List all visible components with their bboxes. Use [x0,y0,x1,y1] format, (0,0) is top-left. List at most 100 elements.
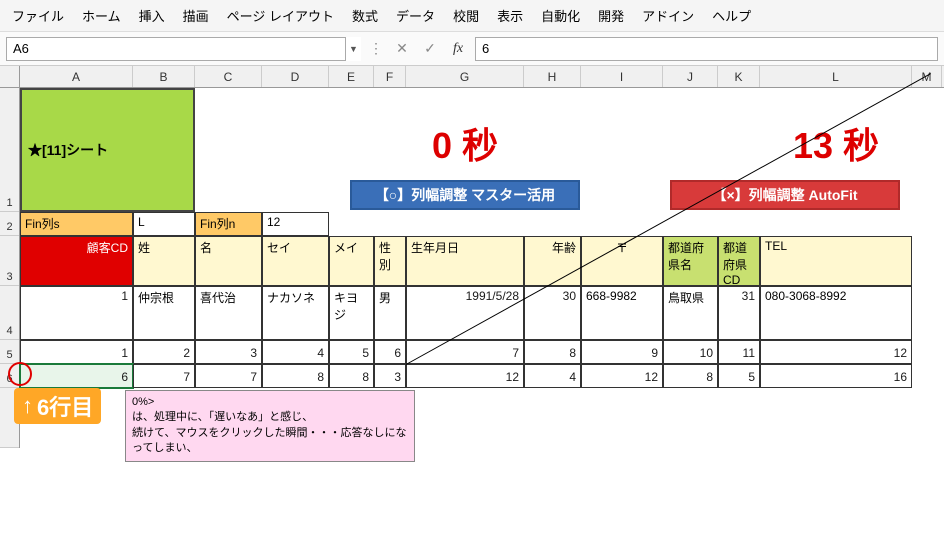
label-zero-sec: 0 秒 [406,108,524,178]
note-line1: 0%> [132,395,408,410]
cell-C5[interactable]: 3 [195,340,262,364]
cell-I5[interactable]: 9 [581,340,663,364]
cell-L5[interactable]: 12 [760,340,912,364]
cell-H6[interactable]: 4 [524,364,581,388]
cell-D5[interactable]: 4 [262,340,329,364]
cell-A2[interactable]: Fin列s [20,212,133,236]
cell-hdr-seik[interactable]: セイ [262,236,329,286]
cell-B2[interactable]: L [133,212,195,236]
row-3[interactable]: 3 [0,236,19,286]
cell-F6[interactable]: 3 [374,364,406,388]
arrow-up-icon: ↑ [22,393,33,419]
cell-C2[interactable]: Fin列n [195,212,262,236]
cell-hdr-sei[interactable]: 姓 [133,236,195,286]
cell-A4[interactable]: 1 [20,286,133,340]
cell-A1-title[interactable]: ★[11]シート [20,88,195,212]
button-colwidth-autofit[interactable]: 【×】列幅調整 AutoFit [670,180,900,210]
cells-area[interactable]: ★[11]シート 0 秒 13 秒 【○】列幅調整 マスター活用 【×】列幅調整… [20,88,944,448]
col-F[interactable]: F [374,66,406,87]
menu-automate[interactable]: 自動化 [541,6,580,25]
menu-draw[interactable]: 描画 [183,6,209,25]
cell-J5[interactable]: 10 [663,340,718,364]
cell-hdr-pref[interactable]: 都道府県名 [663,236,718,286]
cell-G5[interactable]: 7 [406,340,524,364]
cell-H5[interactable]: 8 [524,340,581,364]
cell-J4[interactable]: 鳥取県 [663,286,718,340]
button-colwidth-master[interactable]: 【○】列幅調整 マスター活用 [350,180,580,210]
menu-developer[interactable]: 開発 [598,6,624,25]
col-E[interactable]: E [329,66,374,87]
select-all-corner[interactable] [0,66,20,87]
cell-I4[interactable]: 668-9982 [581,286,663,340]
cell-F4[interactable]: 男 [374,286,406,340]
cell-C6[interactable]: 7 [195,364,262,388]
row-6[interactable]: 6 [0,364,19,388]
namebox-dropdown-icon[interactable]: ▼ [345,37,361,61]
col-G[interactable]: G [406,66,524,87]
cell-K5[interactable]: 11 [718,340,760,364]
menu-insert[interactable]: 挿入 [139,6,165,25]
menu-review[interactable]: 校閲 [453,6,479,25]
cell-G4[interactable]: 1991/5/28 [406,286,524,340]
cell-hdr-custcd[interactable]: 顧客CD [20,236,133,286]
cell-D4[interactable]: ナカソネ [262,286,329,340]
cell-I6[interactable]: 12 [581,364,663,388]
col-H[interactable]: H [524,66,581,87]
col-B[interactable]: B [133,66,195,87]
cell-hdr-sex[interactable]: 性別 [374,236,406,286]
formula-bar: ▼ ⋮ ✕ ✓ fx [0,32,944,66]
menu-formulas[interactable]: 数式 [352,6,378,25]
cell-B4[interactable]: 仲宗根 [133,286,195,340]
cell-hdr-tel[interactable]: TEL [760,236,912,286]
col-I[interactable]: I [581,66,663,87]
cell-J6[interactable]: 8 [663,364,718,388]
cell-E6[interactable]: 8 [329,364,374,388]
menu-file[interactable]: ファイル [12,6,64,25]
cell-hdr-zip[interactable]: 〒 [581,236,663,286]
menu-view[interactable]: 表示 [497,6,523,25]
menu-help[interactable]: ヘルプ [712,6,751,25]
row-5[interactable]: 5 [0,340,19,364]
row-2[interactable]: 2 [0,212,19,236]
row-1[interactable]: 1 [0,88,19,212]
cell-hdr-mei[interactable]: 名 [195,236,262,286]
col-L[interactable]: L [760,66,912,87]
col-J[interactable]: J [663,66,718,87]
cell-H4[interactable]: 30 [524,286,581,340]
cell-F5[interactable]: 6 [374,340,406,364]
cell-L4[interactable]: 080-3068-8992 [760,286,912,340]
cell-G6[interactable]: 12 [406,364,524,388]
menu-home[interactable]: ホーム [82,6,121,25]
cell-A5[interactable]: 1 [20,340,133,364]
col-M[interactable]: M [912,66,942,87]
cell-D2[interactable]: 12 [262,212,329,236]
col-A[interactable]: A [20,66,133,87]
cell-hdr-meik[interactable]: メイ [329,236,374,286]
cell-A6[interactable]: 6 [20,364,133,388]
formula-input[interactable] [475,37,938,61]
row6-tag-label: 6行目 [37,390,93,422]
cell-K6[interactable]: 5 [718,364,760,388]
col-D[interactable]: D [262,66,329,87]
cell-E4[interactable]: キヨジ [329,286,374,340]
cell-hdr-dob[interactable]: 生年月日 [406,236,524,286]
cell-C4[interactable]: 喜代治 [195,286,262,340]
cell-K4[interactable]: 31 [718,286,760,340]
col-K[interactable]: K [718,66,760,87]
menu-addins[interactable]: アドイン [642,6,694,25]
enter-icon[interactable]: ✓ [419,38,441,60]
cell-hdr-age[interactable]: 年齢 [524,236,581,286]
col-C[interactable]: C [195,66,262,87]
cell-B5[interactable]: 2 [133,340,195,364]
menu-data[interactable]: データ [396,6,435,25]
cell-D6[interactable]: 8 [262,364,329,388]
row-4[interactable]: 4 [0,286,19,340]
cell-B6[interactable]: 7 [133,364,195,388]
fx-icon[interactable]: fx [447,38,469,60]
cancel-icon[interactable]: ✕ [391,38,413,60]
menu-pagelayout[interactable]: ページ レイアウト [227,6,334,25]
name-box[interactable] [6,37,356,61]
cell-E5[interactable]: 5 [329,340,374,364]
cell-hdr-prefcd[interactable]: 都道府県CD [718,236,760,286]
cell-L6[interactable]: 16 [760,364,912,388]
